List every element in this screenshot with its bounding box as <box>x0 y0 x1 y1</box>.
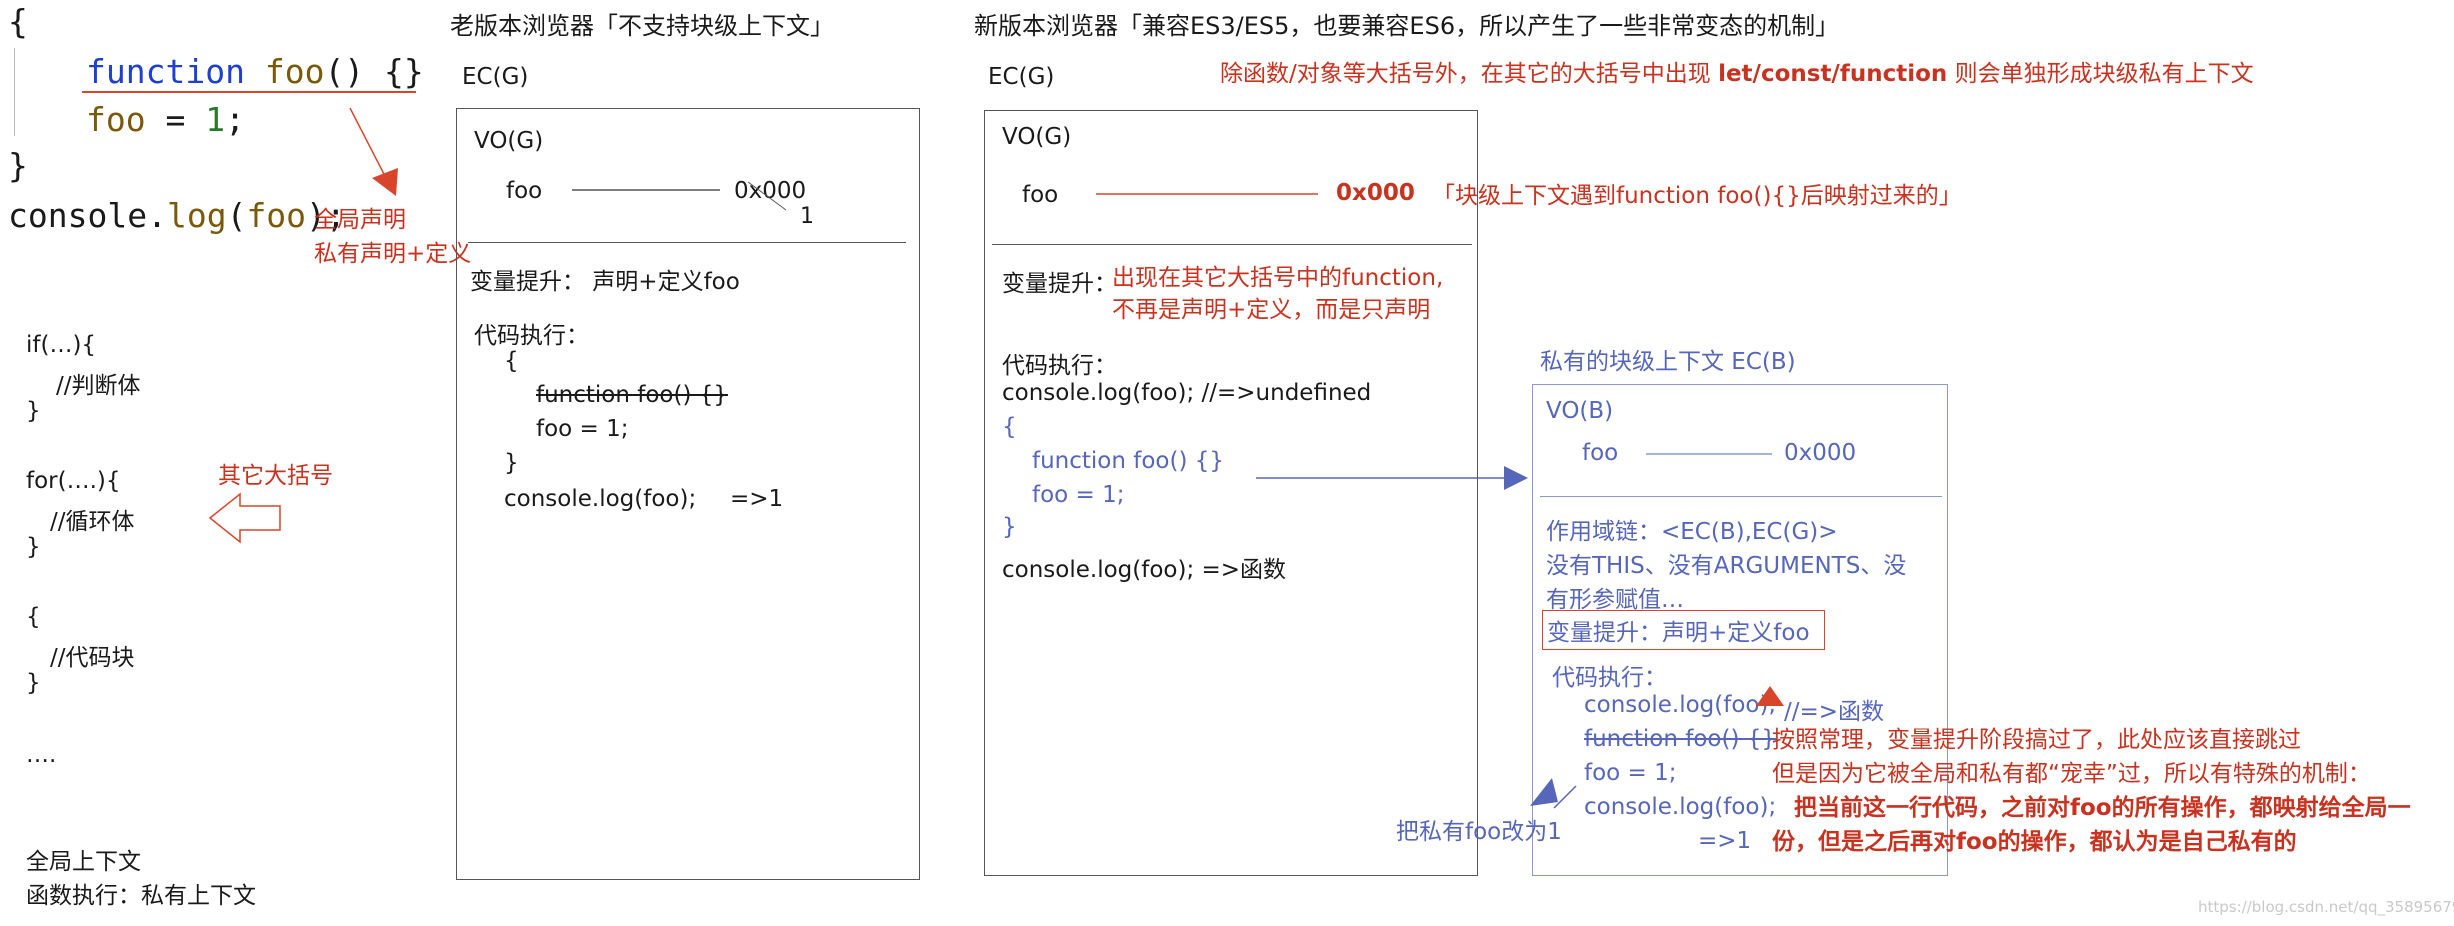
decl-arrow-line <box>349 107 387 179</box>
private-arrow-head <box>1530 778 1558 806</box>
old-var-strike-line <box>747 181 787 211</box>
private-arrow-line <box>1553 785 1577 809</box>
connector-overlay <box>82 91 1784 809</box>
decl-arrow-head <box>372 168 398 196</box>
explain-up-arrow-icon <box>1756 686 1784 706</box>
to-block-arrow-head <box>1504 466 1528 490</box>
hollow-left-arrow-icon <box>208 492 281 544</box>
